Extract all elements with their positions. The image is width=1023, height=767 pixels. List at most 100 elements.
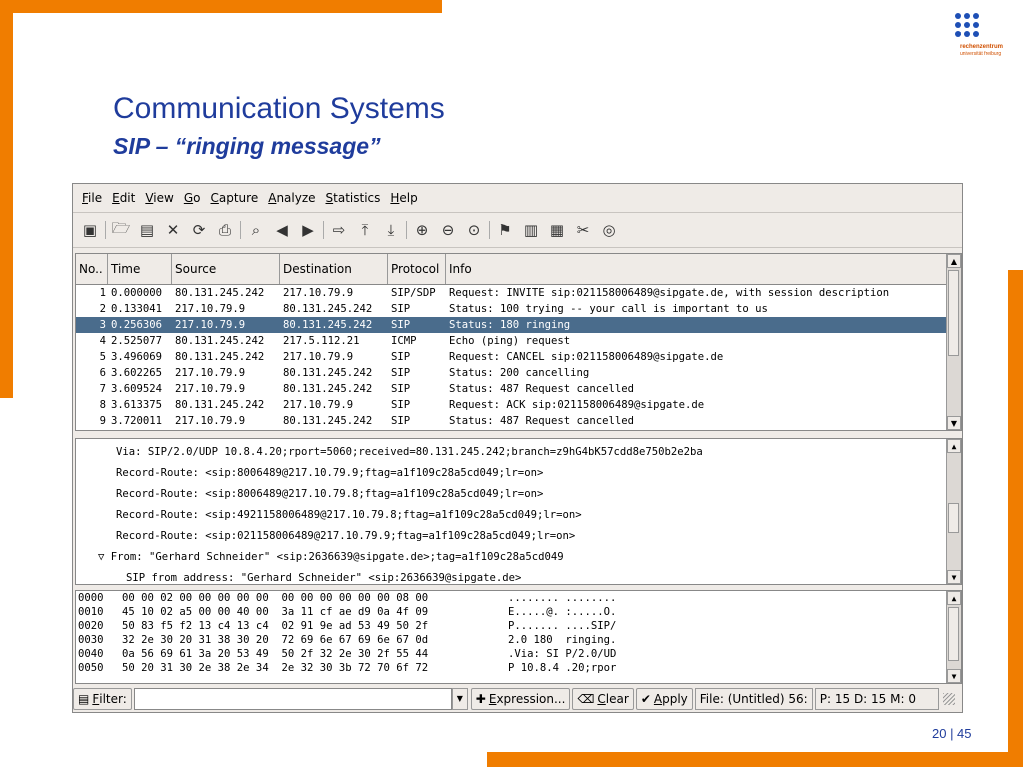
table-row[interactable]: 9 3.720011 217.10.79.9 80.131.245.242 SIP Sta…	[76, 413, 961, 429]
scroll-down-icon[interactable]: ▼	[947, 416, 961, 430]
scroll-up-icon[interactable]: ▲	[947, 254, 961, 268]
table-row[interactable]: 5 3.496069 80.131.245.242 217.10.79.9 SIP Req…	[76, 349, 961, 365]
detail-line[interactable]: SIP from address: "Gerhard Schneider" <s…	[76, 568, 961, 584]
details-scrollbar[interactable]: ▲ ▼	[946, 439, 961, 584]
hex-row[interactable]: 0010 45 10 02 a5 00 00 40 00 3a 11 cf ae …	[76, 605, 961, 619]
find-icon[interactable]: ⌕	[246, 220, 266, 240]
cell-info: Request: CANCEL sip:021158006489@sipgate…	[449, 351, 724, 363]
clear-button[interactable]: ⌫ Clear	[572, 687, 634, 710]
cell-no: 9	[99, 415, 106, 427]
packet-rows: 1 0.000000 80.131.245.242 217.10.79.9 SIP/SD…	[76, 285, 961, 429]
scroll-down-icon[interactable]: ▼	[947, 570, 961, 584]
hex-row[interactable]: 0030 32 2e 30 20 31 38 30 20 72 69 6e 67 …	[76, 633, 961, 647]
accent-bar-left	[0, 0, 13, 398]
hex-offset: 0030	[78, 634, 104, 646]
zoom-normal-icon[interactable]: ⊙	[464, 220, 484, 240]
table-row[interactable]: 3 0.256306 217.10.79.9 80.131.245.242 SIP Sta…	[76, 317, 961, 333]
print-icon[interactable]: ⎙	[215, 220, 235, 240]
detail-line[interactable]: Via: SIP/2.0/UDP 10.8.4.20;rport=5060;re…	[76, 442, 961, 463]
hex-offset: 0050	[78, 662, 104, 674]
close-icon[interactable]: ✕	[163, 220, 183, 240]
column-header-info[interactable]: Info	[446, 254, 946, 284]
detail-line[interactable]: ▽ From: "Gerhard Schneider" <sip:2636639…	[76, 547, 961, 568]
table-row[interactable]: 6 3.602265 217.10.79.9 80.131.245.242 SIP Sta…	[76, 365, 961, 381]
menu-capture[interactable]: Capture	[210, 191, 258, 205]
filter-toolbar: ▤ Filter: ▼ ✚ Expression... ⌫ Clear ✔ Apply …	[73, 685, 962, 712]
cell-protocol: SIP/SDP	[391, 287, 436, 299]
open-file-icon[interactable]: 🗁	[111, 219, 131, 240]
cell-source: 80.131.245.242	[175, 399, 265, 411]
cell-info: Echo (ping) request	[449, 335, 571, 347]
resize-grip-icon[interactable]	[942, 692, 955, 705]
go-first-icon[interactable]: ⤒	[355, 220, 375, 240]
menu-statistics[interactable]: Statistics	[326, 191, 381, 205]
cell-source: 217.10.79.9	[175, 303, 246, 315]
column-header-protocol[interactable]: Protocol	[388, 254, 446, 284]
detail-line[interactable]: Record-Route: <sip:4921158006489@217.10.…	[76, 505, 961, 526]
save-icon[interactable]: ▤	[137, 220, 157, 240]
cell-info: Request: ACK sip:021158006489@sipgate.de	[449, 399, 705, 411]
table-row[interactable]: 4 2.525077 80.131.245.242 217.5.112.21 ICMP E…	[76, 333, 961, 349]
filter-button[interactable]: ▤ Filter:	[73, 687, 132, 710]
bytes-scrollbar[interactable]: ▲ ▼	[946, 591, 961, 683]
menu-edit[interactable]: Edit	[112, 191, 135, 205]
table-row[interactable]: 8 3.613375 80.131.245.242 217.10.79.9 SIP Req…	[76, 397, 961, 413]
detail-line[interactable]: Record-Route: <sip:8006489@217.10.79.8;f…	[76, 484, 961, 505]
hex-row[interactable]: 0020 50 83 f5 f2 13 c4 13 c4 02 91 9e ad …	[76, 619, 961, 633]
go-forward-icon[interactable]: ▶	[298, 220, 318, 240]
help-icon[interactable]: ◎	[599, 220, 619, 240]
scroll-thumb[interactable]	[948, 503, 959, 533]
file-status: File: (Untitled) 56:	[694, 687, 813, 710]
detail-line[interactable]: Record-Route: <sip:8006489@217.10.79.9;f…	[76, 463, 961, 484]
scroll-down-icon[interactable]: ▼	[947, 669, 961, 683]
cell-protocol: SIP	[391, 367, 411, 379]
apply-button[interactable]: ✔ Apply	[635, 687, 693, 710]
display-filter-icon[interactable]: ▥	[521, 220, 541, 240]
main-toolbar: ▣ 🗁 ▤ ✕ ⟳ ⎙ ⌕ ◀ ▶ ⇨ ⤒ ⤓ ⊕ ⊖ ⊙ ⚑ ▥ ▦ ✂ ◎	[73, 213, 962, 248]
column-header-time[interactable]: Time	[108, 254, 172, 284]
capture-filter-icon[interactable]: ⚑	[495, 220, 515, 240]
column-header-source[interactable]: Source	[172, 254, 280, 284]
university-logo: rz rechenzentrum universität freiburg	[955, 13, 1005, 63]
preferences-icon[interactable]: ✂	[573, 220, 593, 240]
detail-line[interactable]: Record-Route: <sip:021158006489@217.10.7…	[76, 526, 961, 547]
hex-ascii: ........ ........	[508, 592, 617, 604]
scroll-thumb[interactable]	[948, 270, 959, 356]
packet-details-pane: Via: SIP/2.0/UDP 10.8.4.20;rport=5060;re…	[75, 438, 962, 585]
menu-analyze[interactable]: Analyze	[268, 191, 315, 205]
filter-input[interactable]	[133, 687, 452, 710]
cell-source: 217.10.79.9	[175, 319, 246, 331]
go-back-icon[interactable]: ◀	[272, 220, 292, 240]
table-row[interactable]: 7 3.609524 217.10.79.9 80.131.245.242 SIP Sta…	[76, 381, 961, 397]
cell-no: 3	[99, 319, 106, 331]
packet-list-scrollbar[interactable]: ▲ ▼	[946, 254, 961, 430]
cell-destination: 80.131.245.242	[283, 415, 373, 427]
zoom-in-icon[interactable]: ⊕	[412, 220, 432, 240]
filter-dropdown-icon[interactable]: ▼	[451, 687, 468, 710]
zoom-out-icon[interactable]: ⊖	[438, 220, 458, 240]
scroll-up-icon[interactable]: ▲	[947, 591, 961, 605]
cell-no: 8	[99, 399, 106, 411]
scroll-up-icon[interactable]: ▲	[947, 439, 961, 453]
menu-file[interactable]: File	[82, 191, 102, 205]
hex-row[interactable]: 0050 50 20 31 30 2e 38 2e 34 2e 32 30 3b …	[76, 661, 961, 675]
reload-icon[interactable]: ⟳	[189, 220, 209, 240]
go-to-packet-icon[interactable]: ⇨	[329, 220, 349, 240]
column-header-no[interactable]: No..	[76, 254, 108, 284]
expression-button[interactable]: ✚ Expression...	[470, 687, 571, 710]
interfaces-icon[interactable]: ▣	[80, 220, 100, 240]
table-row[interactable]: 1 0.000000 80.131.245.242 217.10.79.9 SIP/SD…	[76, 285, 961, 301]
scroll-thumb[interactable]	[948, 607, 959, 661]
hex-ascii: .Via: SI P/2.0/UD	[508, 648, 617, 660]
hex-row[interactable]: 0040 0a 56 69 61 3a 20 53 49 50 2f 32 2e …	[76, 647, 961, 661]
table-row[interactable]: 2 0.133041 217.10.79.9 80.131.245.242 SIP Sta…	[76, 301, 961, 317]
menu-go[interactable]: Go	[184, 191, 201, 205]
hex-row[interactable]: 0000 00 00 02 00 00 00 00 00 00 00 00 00 …	[76, 591, 961, 605]
menu-help[interactable]: Help	[390, 191, 417, 205]
coloring-rules-icon[interactable]: ▦	[547, 220, 567, 240]
hex-bytes: 00 00 02 00 00 00 00 00 00 00 00 00 00 0…	[122, 592, 429, 604]
go-last-icon[interactable]: ⤓	[381, 220, 401, 240]
menu-view[interactable]: View	[145, 191, 173, 205]
column-header-destination[interactable]: Destination	[280, 254, 388, 284]
cell-protocol: SIP	[391, 415, 411, 427]
